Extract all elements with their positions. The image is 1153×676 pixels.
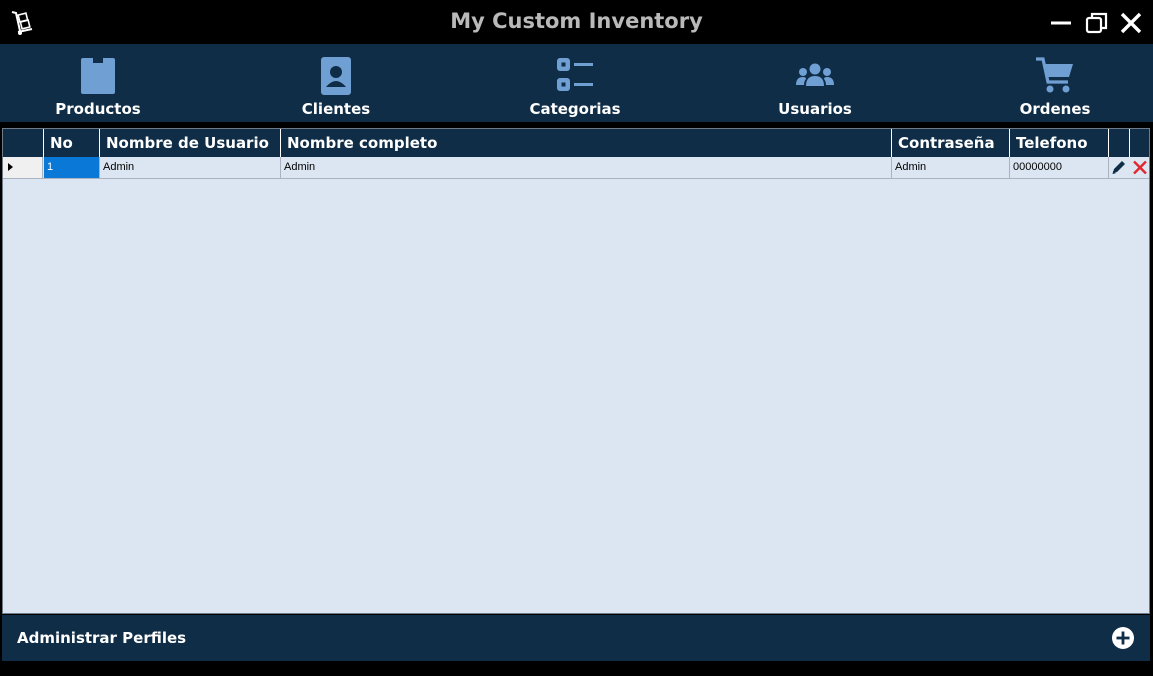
nav-item-clientes[interactable]: Clientes: [266, 44, 406, 122]
column-header-delete: [1130, 129, 1150, 157]
row-selector[interactable]: [3, 157, 43, 178]
window-title: My Custom Inventory: [450, 9, 703, 33]
nav-label-usuarios: Usuarios: [778, 100, 852, 118]
delete-x-icon[interactable]: [1130, 158, 1150, 177]
nav-label-productos: Productos: [55, 100, 141, 118]
table-row[interactable]: 1 Admin Admin Admin 00000000: [3, 157, 1149, 179]
main-navigation: Productos Clientes Categorias Usuarios O…: [0, 44, 1153, 122]
column-header-telefono[interactable]: Telefono: [1010, 129, 1109, 157]
cell-usuario[interactable]: Admin: [100, 157, 281, 178]
footer-title: Administrar Perfiles: [17, 629, 187, 647]
row-header-corner: [3, 129, 44, 157]
nav-item-categorias[interactable]: Categorias: [505, 44, 645, 122]
title-bar[interactable]: My Custom Inventory: [0, 0, 1153, 44]
app-window: My Custom Inventory Productos Clientes C…: [0, 0, 1153, 676]
box-icon: [81, 58, 115, 94]
nav-label-ordenes: Ordenes: [1019, 100, 1091, 118]
column-header-no[interactable]: No: [44, 129, 100, 157]
minimize-icon[interactable]: [1048, 10, 1074, 36]
current-row-arrow-icon: [8, 163, 13, 171]
contact-card-icon: [321, 57, 351, 95]
nav-item-productos[interactable]: Productos: [28, 44, 168, 122]
column-header-completo[interactable]: Nombre completo: [281, 129, 892, 157]
grid-header: No Nombre de Usuario Nombre completo Con…: [3, 129, 1149, 157]
nav-label-categorias: Categorias: [529, 100, 621, 118]
nav-item-ordenes[interactable]: Ordenes: [985, 44, 1125, 122]
plus-circle-icon[interactable]: [1111, 626, 1135, 650]
cart-icon: [1036, 57, 1073, 93]
column-header-edit: [1109, 129, 1130, 157]
column-header-usuario[interactable]: Nombre de Usuario: [100, 129, 281, 157]
nav-label-clientes: Clientes: [301, 100, 371, 118]
cell-contrasena[interactable]: Admin: [892, 157, 1010, 178]
cell-telefono[interactable]: 00000000: [1010, 157, 1109, 178]
pencil-icon[interactable]: [1109, 158, 1129, 177]
cell-no[interactable]: 1: [44, 157, 100, 178]
users-grid[interactable]: No Nombre de Usuario Nombre completo Con…: [2, 128, 1150, 614]
list-icon: [557, 58, 593, 91]
restore-icon[interactable]: [1084, 10, 1110, 36]
users-icon: [796, 63, 834, 86]
cell-completo[interactable]: Admin: [281, 157, 892, 178]
nav-item-usuarios[interactable]: Usuarios: [745, 44, 885, 122]
profile-admin-bar: Administrar Perfiles: [2, 615, 1150, 661]
close-icon[interactable]: [1118, 10, 1144, 36]
column-header-contrasena[interactable]: Contraseña: [892, 129, 1010, 157]
